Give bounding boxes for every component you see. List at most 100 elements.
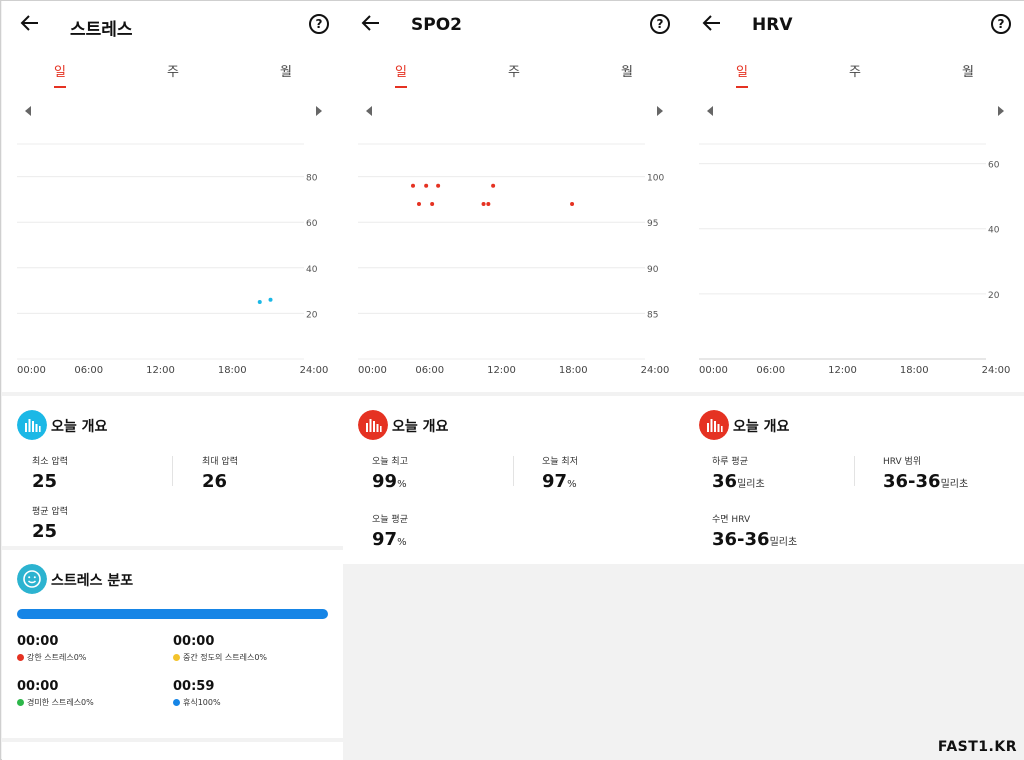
- x-tick-label: 06:00: [415, 365, 444, 376]
- hrv-overview-card: 오늘 개요 하루 평균 36밀리초 HRV 범위 36-36밀리초 수면 HRV…: [684, 396, 1024, 564]
- data-point: [257, 300, 262, 304]
- avg-stress-stat: 평균 압력 25: [32, 507, 68, 542]
- spo2-chart-card: SPO2 ? 일 주 월 100 95 90 85 00:00 06:00 12:00 18:…: [343, 1, 684, 392]
- header: HRV ?: [684, 1, 1024, 49]
- tab-day[interactable]: 일: [722, 61, 762, 88]
- min-stress-stat: 최소 압력 25: [32, 457, 68, 492]
- y-tick-label: 85: [647, 310, 658, 320]
- stress-panel: 스트레스 ? 일 주 월 80 60 40 20 00:00 06:00 12:00 18:0…: [2, 1, 343, 760]
- help-icon[interactable]: ?: [991, 14, 1011, 34]
- x-tick-label: 00:00: [17, 365, 46, 376]
- back-arrow-icon[interactable]: [18, 11, 42, 35]
- x-tick-label: 18:00: [559, 365, 588, 376]
- y-tick-label: 95: [647, 219, 658, 229]
- daily-avg-stat: 하루 평균 36밀리초: [712, 457, 765, 492]
- x-tick-label: 12:00: [828, 365, 857, 376]
- x-tick-label: 24:00: [982, 365, 1011, 376]
- next-day-icon[interactable]: [995, 105, 1007, 117]
- tab-week[interactable]: 주: [835, 61, 875, 80]
- stress-chart: 80 60 40 20 00:00 06:00 12:00 18:00 24:00: [17, 143, 328, 376]
- stress-distribution-card: 스트레스 분포 00:00 강한 스트레스0% 00:00 중간 정도의 스트레…: [2, 550, 343, 738]
- tab-day[interactable]: 일: [381, 61, 421, 88]
- period-tabs: 일 주 월: [343, 61, 684, 95]
- prev-day-icon[interactable]: [363, 105, 375, 117]
- spo2-bars-icon: [358, 410, 388, 440]
- data-point: [570, 201, 575, 206]
- next-day-icon[interactable]: [313, 105, 325, 117]
- divider: [513, 456, 514, 486]
- today-max-stat: 오늘 최고 99%: [372, 457, 408, 492]
- x-tick-label: 00:00: [699, 365, 728, 376]
- max-stress-stat: 최대 압력 26: [202, 457, 238, 492]
- page-title: SPO2: [411, 15, 462, 35]
- y-tick-label: 20: [988, 291, 1000, 301]
- tab-month[interactable]: 월: [948, 61, 988, 80]
- overview-title: 오늘 개요: [392, 419, 449, 435]
- hrv-range-stat: HRV 범위 36-36밀리초: [883, 457, 969, 492]
- back-arrow-icon[interactable]: [359, 11, 383, 35]
- period-tabs: 일 주 월: [684, 61, 1024, 95]
- stress-chart-card: 스트레스 ? 일 주 월 80 60 40 20 00:00 06:00 12:00 18:0…: [2, 1, 343, 392]
- overview-title: 오늘 개요: [51, 419, 108, 435]
- stress-overview-card: 오늘 개요 최소 압력 25 최대 압력 26 평균 압력 25: [2, 396, 343, 546]
- data-point: [486, 201, 491, 206]
- prev-day-icon[interactable]: [704, 105, 716, 117]
- data-point: [491, 183, 496, 188]
- overview-title: 오늘 개요: [733, 419, 790, 435]
- today-avg-stat: 오늘 평균 97%: [372, 515, 408, 550]
- stress-bars-icon: [17, 410, 47, 440]
- today-min-stat: 오늘 최저 97%: [542, 457, 578, 492]
- distribution-bar: [17, 609, 328, 619]
- y-tick-label: 40: [988, 226, 1000, 236]
- tab-month[interactable]: 월: [266, 61, 306, 80]
- divider: [172, 456, 173, 486]
- x-tick-label: 12:00: [146, 365, 175, 376]
- y-tick-label: 20: [306, 310, 318, 320]
- data-point: [436, 183, 441, 188]
- hrv-chart: 60 40 20 00:00 06:00 12:00 18:00 24:00: [699, 143, 1011, 376]
- help-icon[interactable]: ?: [309, 14, 329, 34]
- tab-week[interactable]: 주: [494, 61, 534, 80]
- tab-day[interactable]: 일: [40, 61, 80, 88]
- app-window: 스트레스 ? 일 주 월 80 60 40 20 00:00 06:00 12:00 18:0…: [0, 0, 1024, 760]
- spo2-panel: SPO2 ? 일 주 월 100 95 90 85 00:00 06:00 12:00 18:…: [343, 1, 684, 760]
- next-card-edge: [2, 742, 343, 760]
- back-arrow-icon[interactable]: [700, 11, 724, 35]
- watermark: FAST1.KR: [937, 739, 1017, 755]
- page-title: HRV: [752, 15, 793, 35]
- yellow-dot-icon: [173, 654, 180, 661]
- tab-week[interactable]: 주: [153, 61, 193, 80]
- divider: [854, 456, 855, 486]
- help-icon[interactable]: ?: [650, 14, 670, 34]
- x-tick-label: 18:00: [900, 365, 929, 376]
- rest-item: 00:59 휴식100%: [173, 679, 221, 707]
- header: 스트레스 ?: [2, 1, 343, 49]
- prev-day-icon[interactable]: [22, 105, 34, 117]
- tab-underline: [736, 86, 748, 88]
- red-dot-icon: [17, 654, 24, 661]
- medium-stress-item: 00:00 중간 정도의 스트레스0%: [173, 634, 268, 662]
- y-tick-label: 60: [306, 219, 318, 229]
- next-day-icon[interactable]: [654, 105, 666, 117]
- data-point: [481, 201, 486, 206]
- x-tick-label: 12:00: [487, 365, 516, 376]
- data-point: [416, 201, 421, 206]
- y-tick-label: 40: [306, 265, 318, 275]
- data-point: [268, 297, 273, 302]
- x-tick-label: 00:00: [358, 365, 387, 376]
- x-tick-label: 18:00: [218, 365, 247, 376]
- y-tick-label: 90: [647, 265, 659, 275]
- data-point: [424, 183, 429, 188]
- hrv-chart-card: HRV ? 일 주 월 60 40 20 00:00 06:00 12:00 18:00 24…: [684, 1, 1024, 392]
- strong-stress-item: 00:00 강한 스트레스0%: [17, 634, 87, 662]
- period-tabs: 일 주 월: [2, 61, 343, 95]
- tab-month[interactable]: 월: [607, 61, 647, 80]
- y-tick-label: 60: [988, 161, 1000, 171]
- x-tick-label: 06:00: [74, 365, 103, 376]
- tab-underline: [395, 86, 407, 88]
- smiley-icon: [17, 564, 47, 594]
- spo2-chart: 100 95 90 85 00:00 06:00 12:00 18:00 24:00: [358, 143, 669, 376]
- data-point: [430, 201, 435, 206]
- spo2-overview-card: 오늘 개요 오늘 최고 99% 오늘 최저 97% 오늘 평균 97%: [343, 396, 684, 564]
- green-dot-icon: [17, 699, 24, 706]
